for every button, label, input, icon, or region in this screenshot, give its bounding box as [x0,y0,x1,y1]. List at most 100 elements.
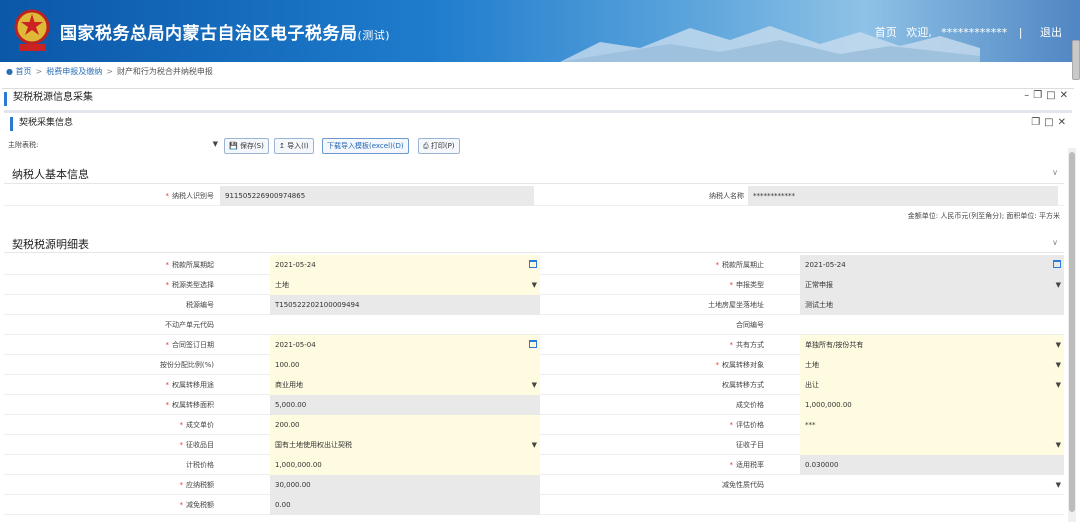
r-field-label: 权属转移方式 [722,381,764,389]
l-field-input[interactable]: 2021-05-24 [270,255,540,275]
print-button[interactable]: ⎙ 打印(P) [418,138,460,154]
inner-window-controls: ❐□✕ [1031,117,1070,128]
r-field-label: 合同编号 [736,321,764,329]
l-field-label: 不动产单元代码 [165,321,214,329]
taxpayer-name-field: ************ [748,186,1058,206]
r-field-label: * 评估价格 [729,421,765,429]
l-field-label: * 税源类型选择 [165,281,215,289]
form-row: * 权属转移用途 商业用地 ▼ 权属转移方式 出让 ▼ [4,375,1064,395]
r-field-label: 减免性质代码 [722,481,764,489]
dropdown-arrow-icon[interactable]: ▼ [532,275,537,295]
close-icon[interactable]: ✕ [1060,90,1072,101]
page-scrollbar[interactable] [1072,40,1080,80]
close-icon[interactable]: ✕ [1058,117,1070,128]
restore-icon[interactable]: ❐ [1033,90,1046,101]
user-name: ************ [941,26,1008,39]
r-field-input[interactable]: 测试土地 [800,295,1064,315]
breadcrumb: ● 首页 > 税费申报及缴纳 > 财产和行为税合并纳税申报 [6,67,213,76]
r-field-input[interactable]: 单独所有/按份共有 ▼ [800,335,1064,355]
l-field-input[interactable]: 2021-05-04 [270,335,540,355]
dropdown-arrow-icon[interactable]: ▼ [1056,335,1061,355]
home-link[interactable]: 首页 [875,26,897,39]
form-row: * 合同签订日期 2021-05-04 * 共有方式 单独所有/按份共有 ▼ [4,335,1064,355]
logout-link[interactable]: 退出 [1040,26,1062,39]
l-field-input[interactable]: 30,000.00 [270,475,540,495]
minimize-icon[interactable]: – [1024,90,1033,101]
dropdown-arrow-icon[interactable]: ▼ [1056,475,1061,495]
r-field-label: * 权属转移对象 [715,361,765,369]
r-field-input[interactable]: ▼ [800,475,1064,495]
form-row: 不动产单元代码 合同编号 [4,315,1064,335]
form-row: * 权属转移面积 5,000.00 成交价格 1,000,000.00 [4,395,1064,415]
l-field-label: * 减免税额 [179,501,215,509]
chevron-down-icon[interactable]: ∨ [1052,168,1058,177]
l-field-input[interactable]: 5,000.00 [270,395,540,415]
r-field-input[interactable]: ▼ [800,435,1064,455]
section-divider [4,252,1064,253]
dropdown-arrow-icon[interactable]: ▼ [532,435,537,455]
r-field-label: 成交价格 [736,401,764,409]
l-field-input[interactable]: 国有土地使用权出让契税 ▼ [270,435,540,455]
dropdown-arrow-icon[interactable]: ▼ [532,375,537,395]
l-field-input[interactable]: 0.00 [270,495,540,515]
l-field-label: 按份分配比例(%) [159,361,214,369]
unit-note: 金额单位: 人民币元(列至角分); 面积单位: 平方米 [907,212,1060,220]
dropdown-arrow-icon[interactable]: ▼ [1056,375,1061,395]
header-user-bar: 首页 欢迎, ************ | 退出 [869,24,1062,40]
breadcrumb-home[interactable]: 首页 [16,67,32,76]
r-field-label: * 共有方式 [729,341,765,349]
l-field-label: * 成交单价 [179,421,215,429]
printer-icon: ⎙ [423,142,429,150]
calendar-icon[interactable] [529,340,537,348]
l-field-input[interactable]: 1,000,000.00 [270,455,540,475]
r-field-input[interactable]: 2021-05-24 [800,255,1064,275]
l-field-label: * 权属转移用途 [165,381,215,389]
section-title-basic: 纳税人基本信息 [12,168,89,181]
l-field-label: 税源编号 [186,301,214,309]
l-field-label: * 合同签订日期 [165,341,215,349]
l-field-input[interactable]: 200.00 [270,415,540,435]
import-button[interactable]: ↥ 导入(I) [274,138,314,154]
r-field-label: * 申报类型 [729,281,765,289]
form-row: * 征收品目 国有土地使用权出让契税 ▼ 征收子目 ▼ [4,435,1064,455]
l-field-input[interactable] [270,315,540,335]
scrollbar-thumb[interactable] [1069,152,1075,512]
r-field-input[interactable]: 1,000,000.00 [800,395,1064,415]
welcome-text: 欢迎, [906,26,932,39]
tax-type-select[interactable]: 主附表税: ▼ [8,140,218,150]
chevron-down-icon[interactable]: ∨ [1052,238,1058,247]
save-button[interactable]: 💾 保存(S) [224,138,269,154]
calendar-icon[interactable] [1053,260,1061,268]
dropdown-arrow-icon[interactable]: ▼ [1056,435,1061,455]
r-field-input[interactable]: 土地 ▼ [800,355,1064,375]
r-field-label: * 税款所属期止 [715,261,765,269]
l-field-input[interactable]: 100.00 [270,355,540,375]
dropdown-arrow-icon[interactable]: ▼ [1056,275,1061,295]
dropdown-arrow-icon[interactable]: ▼ [1056,355,1061,375]
r-field-label: 土地房屋坐落地址 [708,301,764,309]
dropdown-arrow-icon: ▼ [212,140,218,148]
l-field-input[interactable]: 土地 ▼ [270,275,540,295]
panel-divider [4,110,1072,113]
maximize-icon[interactable]: □ [1044,117,1057,128]
r-field-input[interactable]: 出让 ▼ [800,375,1064,395]
r-field-input[interactable]: *** [800,415,1064,435]
l-field-label: 计税价格 [186,461,214,469]
upload-icon: ↥ [279,142,285,150]
toolbar: 主附表税: ▼ 💾 保存(S) ↥ 导入(I) 下载导入模板(excel)(D) … [8,137,1068,155]
taxpayer-id-field: 911505226900974865 [220,186,534,206]
site-title: 国家税务总局内蒙古自治区电子税务局(测试) [60,24,391,44]
restore-icon[interactable]: ❐ [1031,117,1044,128]
r-field-input[interactable]: 0.030000 [800,455,1064,475]
l-field-input[interactable]: 商业用地 ▼ [270,375,540,395]
r-field-label: * 适用税率 [729,461,765,469]
download-template-button[interactable]: 下载导入模板(excel)(D) [322,138,409,154]
maximize-icon[interactable]: □ [1046,90,1059,101]
r-field-input[interactable] [800,315,1064,335]
l-field-input[interactable]: T150522202100009494 [270,295,540,315]
outer-window-controls: –❐□✕ [1024,90,1072,101]
breadcrumb-tax-declare[interactable]: 税费申报及缴纳 [46,67,102,76]
r-field-input[interactable]: 正常申报 ▼ [800,275,1064,295]
content-scrollbar[interactable] [1068,148,1076,522]
calendar-icon[interactable] [529,260,537,268]
